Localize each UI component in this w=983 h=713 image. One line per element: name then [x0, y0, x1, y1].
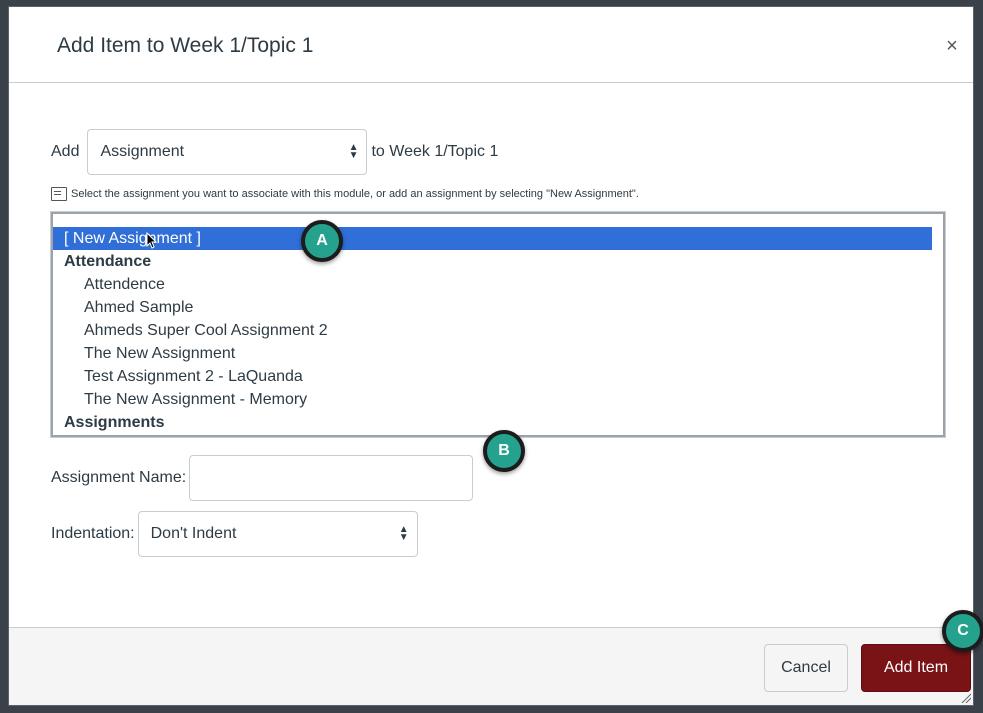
add-item-dialog: Add Item to Week 1/Topic 1 × Add Assignm… — [8, 6, 974, 706]
item-type-value: Assignment — [100, 143, 185, 160]
select-arrows-icon: ▲ ▼ — [348, 142, 359, 161]
dialog-header: Add Item to Week 1/Topic 1 × — [9, 7, 973, 83]
indentation-select[interactable]: Don't Indent ▲ ▼ — [137, 511, 418, 557]
callout-badge-a: A — [301, 220, 343, 262]
item-type-select[interactable]: Assignment ▲ ▼ — [87, 129, 368, 175]
assignment-name-row: Assignment Name: — [51, 455, 474, 501]
indentation-label: Indentation: — [51, 525, 135, 542]
callout-badge-b: B — [483, 430, 525, 472]
cancel-button[interactable]: Cancel — [764, 644, 848, 692]
hint-text: Select the assignment you want to associ… — [71, 188, 639, 200]
indentation-row: Indentation: Don't Indent ▲ ▼ — [51, 511, 418, 557]
list-option[interactable]: Ahmeds Super Cool Assignment 2 — [53, 319, 943, 342]
list-group-header: Attendance — [64, 253, 152, 270]
close-icon[interactable]: × — [941, 35, 963, 57]
indentation-value: Don't Indent — [150, 525, 237, 542]
list-option[interactable]: The New Assignment - Memory — [53, 388, 943, 411]
assignment-name-input[interactable] — [189, 455, 474, 501]
edit-document-icon — [51, 187, 67, 201]
add-item-button[interactable]: Add Item — [861, 644, 971, 692]
add-type-row: Add Assignment ▲ ▼ to Week 1/Topic 1 — [51, 129, 498, 175]
add-label: Add — [51, 143, 80, 160]
assignment-name-label: Assignment Name: — [51, 469, 187, 486]
list-option-selected[interactable]: [ New Assignment ] — [53, 227, 932, 250]
list-option[interactable]: The New Assignment — [53, 342, 943, 365]
mouse-cursor-icon — [146, 232, 158, 249]
select-arrows-icon: ▲ ▼ — [398, 524, 409, 543]
dialog-title: Add Item to Week 1/Topic 1 — [57, 34, 314, 57]
dialog-footer: Cancel Add Item — [9, 627, 973, 705]
resize-handle-icon[interactable] — [961, 693, 971, 703]
list-option[interactable]: Test Assignment 2 - LaQuanda — [53, 365, 943, 388]
list-option[interactable]: Ahmed Sample — [53, 296, 943, 319]
hint-text-row: Select the assignment you want to associ… — [51, 187, 639, 201]
assignment-listbox[interactable]: [ New Assignment ] Attendance Attendence Ah… — [51, 212, 945, 437]
callout-badge-c: C — [942, 610, 983, 652]
add-suffix: to Week 1/Topic 1 — [371, 143, 499, 160]
list-option[interactable]: Attendence — [53, 273, 943, 296]
